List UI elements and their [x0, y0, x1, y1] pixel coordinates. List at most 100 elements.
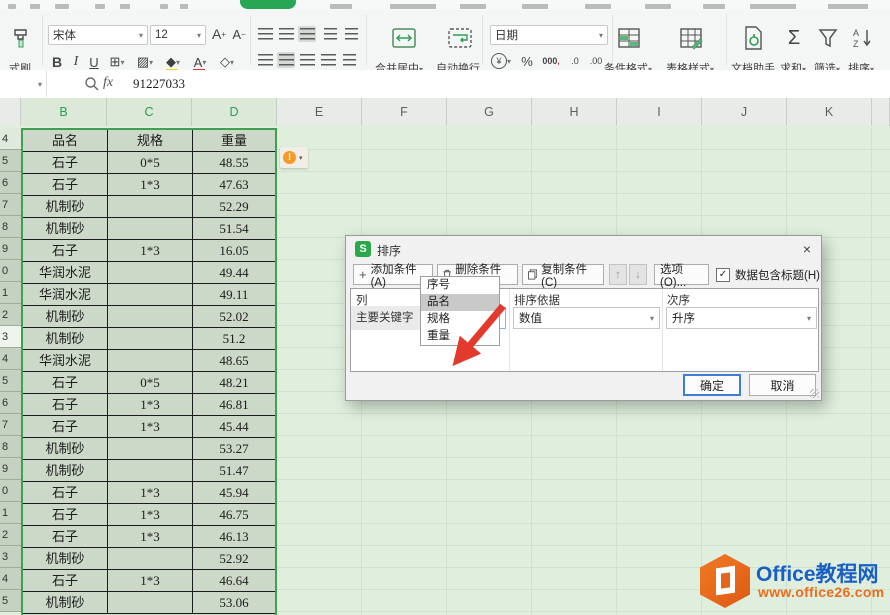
- column-header-K[interactable]: K: [787, 98, 872, 126]
- table-row-5[interactable]: 石子0*548.55: [23, 152, 275, 174]
- align-top-button[interactable]: [256, 26, 274, 42]
- percent-button[interactable]: %: [518, 52, 536, 70]
- spec-cell[interactable]: [108, 592, 193, 614]
- align-right-button[interactable]: [298, 52, 316, 68]
- column-header-D[interactable]: D: [192, 98, 277, 126]
- spec-cell[interactable]: 1*3: [108, 416, 193, 438]
- filter-button[interactable]: [816, 24, 840, 52]
- sum-button[interactable]: Σ: [782, 24, 806, 52]
- table-style-button[interactable]: [678, 24, 704, 52]
- spec-cell[interactable]: 1*3: [108, 504, 193, 526]
- currency-button[interactable]: ¥▾: [488, 52, 514, 70]
- table-header-row[interactable]: 品名 规格 重量: [23, 130, 275, 152]
- bold-button[interactable]: B: [48, 52, 66, 72]
- selected-range[interactable]: 品名 规格 重量 石子0*548.55石子1*347.63机制砂52.29机制砂…: [21, 128, 277, 615]
- options-button[interactable]: 选项(O)...: [654, 264, 709, 285]
- column-header-E[interactable]: E: [277, 98, 362, 126]
- weight-cell[interactable]: 53.27: [193, 438, 275, 460]
- product-cell[interactable]: 机制砂: [23, 328, 108, 350]
- spec-cell[interactable]: 1*3: [108, 394, 193, 416]
- dropdown-item-重量[interactable]: 重量: [421, 328, 499, 345]
- column-header-C[interactable]: C: [107, 98, 192, 126]
- weight-cell[interactable]: 45.94: [193, 482, 275, 504]
- spec-cell[interactable]: [108, 262, 193, 284]
- increase-decimal-button[interactable]: .0: [566, 52, 584, 70]
- row-header-24[interactable]: 4: [0, 568, 21, 590]
- table-row-25[interactable]: 机制砂53.06: [23, 592, 275, 614]
- weight-cell[interactable]: 51.47: [193, 460, 275, 482]
- row-header-10[interactable]: 0: [0, 260, 21, 282]
- table-row-18[interactable]: 机制砂53.27: [23, 438, 275, 460]
- spec-cell[interactable]: [108, 218, 193, 240]
- row-header-4[interactable]: 4: [0, 128, 21, 150]
- row-header-12[interactable]: 2: [0, 304, 21, 326]
- shading-button[interactable]: ▨▾: [132, 52, 158, 72]
- spec-cell[interactable]: [108, 306, 193, 328]
- underline-button[interactable]: U: [86, 52, 102, 72]
- weight-cell[interactable]: 46.64: [193, 570, 275, 592]
- table-row-13[interactable]: 机制砂51.2: [23, 328, 275, 350]
- table-row-16[interactable]: 石子1*346.81: [23, 394, 275, 416]
- weight-cell[interactable]: 52.29: [193, 196, 275, 218]
- weight-cell[interactable]: 53.06: [193, 592, 275, 614]
- product-cell[interactable]: 石子: [23, 152, 108, 174]
- fill-color-button[interactable]: ◆ ▾: [160, 52, 186, 72]
- table-row-8[interactable]: 机制砂51.54: [23, 218, 275, 240]
- column-header-F[interactable]: F: [362, 98, 447, 126]
- row-header-19[interactable]: 9: [0, 458, 21, 480]
- conditional-format-button[interactable]: [616, 24, 642, 52]
- column-header-I[interactable]: I: [617, 98, 702, 126]
- formula-input[interactable]: 91227033: [133, 76, 185, 92]
- spec-cell[interactable]: [108, 548, 193, 570]
- weight-cell[interactable]: 52.92: [193, 548, 275, 570]
- spec-cell[interactable]: [108, 328, 193, 350]
- sort-button[interactable]: A Z: [850, 24, 876, 52]
- header-cell[interactable]: 重量: [193, 130, 275, 152]
- weight-cell[interactable]: 51.54: [193, 218, 275, 240]
- table-row-12[interactable]: 机制砂52.02: [23, 306, 275, 328]
- product-cell[interactable]: 机制砂: [23, 460, 108, 482]
- table-row-22[interactable]: 石子1*346.13: [23, 526, 275, 548]
- table-row-24[interactable]: 石子1*346.64: [23, 570, 275, 592]
- weight-cell[interactable]: 48.65: [193, 350, 275, 372]
- table-row-9[interactable]: 石子1*316.05: [23, 240, 275, 262]
- cancel-button[interactable]: 取消: [749, 374, 816, 396]
- table-row-15[interactable]: 石子0*548.21: [23, 372, 275, 394]
- justify-button[interactable]: [319, 52, 337, 68]
- header-cell[interactable]: 规格: [108, 130, 193, 152]
- ok-button[interactable]: 确定: [683, 374, 741, 396]
- spec-cell[interactable]: [108, 438, 193, 460]
- increase-font-button[interactable]: A+: [210, 24, 228, 44]
- column-header-edge[interactable]: [0, 98, 21, 126]
- row-header-21[interactable]: 1: [0, 502, 21, 524]
- header-cell[interactable]: 品名: [23, 130, 108, 152]
- product-cell[interactable]: 石子: [23, 416, 108, 438]
- product-cell[interactable]: 华润水泥: [23, 350, 108, 372]
- row-header-23[interactable]: 3: [0, 546, 21, 568]
- table-row-11[interactable]: 华润水泥49.11: [23, 284, 275, 306]
- spec-cell[interactable]: [108, 460, 193, 482]
- spec-cell[interactable]: [108, 350, 193, 372]
- row-header-20[interactable]: 0: [0, 480, 21, 502]
- product-cell[interactable]: 石子: [23, 240, 108, 262]
- italic-button[interactable]: I: [68, 52, 84, 72]
- active-ribbon-tab[interactable]: [240, 0, 296, 9]
- wrap-text-button[interactable]: [446, 24, 474, 52]
- column-header-B[interactable]: B: [21, 98, 107, 126]
- product-cell[interactable]: 石子: [23, 526, 108, 548]
- dropdown-item-序号[interactable]: 序号: [421, 277, 499, 294]
- table-row-21[interactable]: 石子1*346.75: [23, 504, 275, 526]
- weight-cell[interactable]: 45.44: [193, 416, 275, 438]
- error-checking-badge[interactable]: ! ▾: [280, 147, 308, 168]
- product-cell[interactable]: 石子: [23, 504, 108, 526]
- align-middle-button[interactable]: [277, 26, 295, 42]
- has-header-checkbox[interactable]: ✓ 数据包含标题(H): [716, 267, 820, 283]
- row-header-17[interactable]: 7: [0, 414, 21, 436]
- spec-cell[interactable]: 0*5: [108, 372, 193, 394]
- table-row-17[interactable]: 石子1*345.44: [23, 416, 275, 438]
- product-cell[interactable]: 石子: [23, 372, 108, 394]
- sort-basis-select[interactable]: 数值▾: [513, 307, 660, 329]
- weight-cell[interactable]: 46.75: [193, 504, 275, 526]
- increase-indent-button[interactable]: [342, 26, 360, 42]
- table-row-10[interactable]: 华润水泥49.44: [23, 262, 275, 284]
